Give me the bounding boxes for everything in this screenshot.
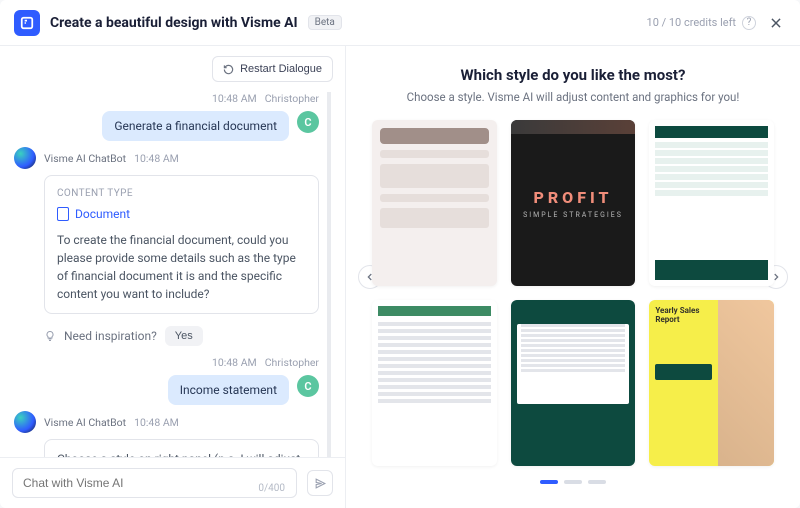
modal-header: Create a beautiful design with Visme AI … [0,0,800,46]
user-avatar: C [297,375,319,397]
bot-avatar [14,147,36,169]
bot-avatar [14,411,36,433]
content-type-label: CONTENT TYPE [57,186,306,201]
thumb2-title: PROFIT [533,188,612,207]
timestamp: 10:48 AM [212,356,257,369]
user-message: Income statement [168,375,289,405]
bot-header-row: Visme AI ChatBot 10:48 AM [14,411,319,433]
content-type-chip[interactable]: Document [57,205,306,223]
sender-name: Christopher [265,356,319,369]
style-template-1[interactable] [372,120,497,286]
timestamp: 10:48 AM [134,416,179,429]
sender-name: Visme AI ChatBot [44,152,126,165]
visme-logo-icon [14,10,40,36]
user-avatar: C [297,111,319,133]
user-message: Generate a financial document [102,111,289,141]
chat-input-bar: 0/400 [0,457,345,508]
carousel-dot-2[interactable] [564,480,582,484]
lightbulb-icon [44,330,56,342]
user-message-row: Income statement C [14,375,319,405]
style-picker-title: Which style do you like the most? [372,66,774,84]
style-grid: PROFIT SIMPLE STRATEGIES Yearly Sales Re… [372,120,774,466]
style-template-6[interactable]: Yearly Sales Report [649,300,774,466]
style-picker-panel: Which style do you like the most? Choose… [346,46,800,508]
bot-message-text: To create the financial document, could … [57,231,306,303]
send-icon [314,477,327,490]
timestamp: 10:48 AM [134,152,179,165]
help-icon[interactable]: ? [742,16,756,30]
credits-text: 10 / 10 credits left [647,16,736,29]
chat-input[interactable] [12,468,297,498]
bot-message: Choose a style on right panel (p.s. I wi… [44,439,319,457]
close-button[interactable] [766,13,786,33]
credits-remaining: 10 / 10 credits left ? [647,16,756,30]
message-meta: 10:48 AM Christopher [14,356,319,369]
carousel-dot-3[interactable] [588,480,606,484]
thumb6-title: Yearly Sales Report [655,306,699,324]
message-meta: 10:48 AM Christopher [14,92,319,105]
style-template-5[interactable] [511,300,636,466]
timestamp: 10:48 AM [212,92,257,105]
send-button[interactable] [307,470,333,496]
modal-body: Restart Dialogue 10:48 AM Christopher Ge… [0,46,800,508]
beta-badge: Beta [308,15,342,30]
style-template-4[interactable] [372,300,497,466]
chat-toolbar: Restart Dialogue [0,46,345,88]
document-icon [57,207,69,221]
char-counter: 0/400 [258,483,285,494]
carousel-dots [372,480,774,484]
style-picker-subtitle: Choose a style. Visme AI will adjust con… [372,90,774,104]
restart-dialogue-button[interactable]: Restart Dialogue [212,56,333,82]
thumb2-sub: SIMPLE STRATEGIES [523,211,623,219]
style-template-3[interactable] [649,120,774,286]
refresh-icon [223,64,234,75]
carousel-dot-1[interactable] [540,480,558,484]
inspiration-yes-button[interactable]: Yes [165,326,203,346]
inspiration-text: Need inspiration? [64,329,157,343]
sender-name: Visme AI ChatBot [44,416,126,429]
content-type-value: Document [75,205,130,223]
restart-label: Restart Dialogue [240,63,322,75]
modal-title: Create a beautiful design with Visme AI [50,15,298,31]
chat-scroll[interactable]: 10:48 AM Christopher Generate a financia… [0,88,345,457]
user-message-row: Generate a financial document C [14,111,319,141]
style-template-2[interactable]: PROFIT SIMPLE STRATEGIES [511,120,636,286]
inspiration-prompt: Need inspiration? Yes [44,326,319,346]
chat-panel: Restart Dialogue 10:48 AM Christopher Ge… [0,46,346,508]
bot-header-row: Visme AI ChatBot 10:48 AM [14,147,319,169]
sender-name: Christopher [265,92,319,105]
ai-design-modal: Create a beautiful design with Visme AI … [0,0,800,508]
bot-message-card: CONTENT TYPE Document To create the fina… [44,175,319,314]
